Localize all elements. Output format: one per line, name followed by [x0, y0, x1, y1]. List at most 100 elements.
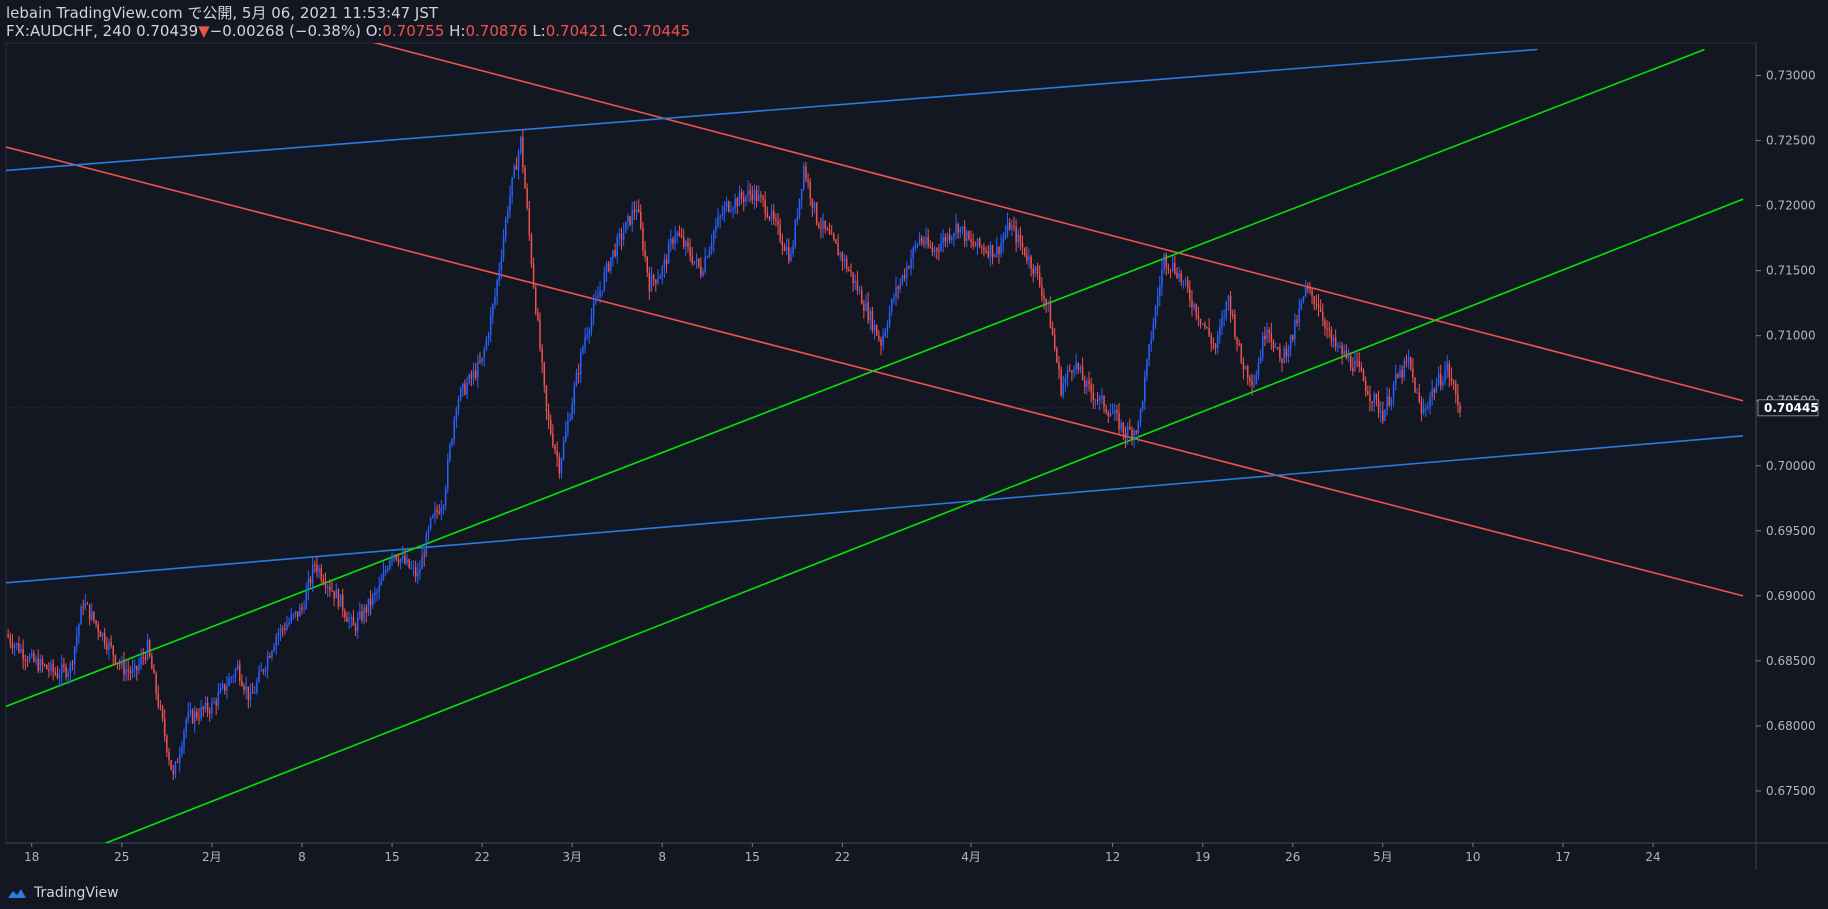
candle-body-396 [856, 280, 859, 291]
candle-body-645 [1390, 398, 1393, 406]
candle-body-573 [1236, 336, 1238, 344]
candle-body-588 [1268, 329, 1270, 333]
candle-body-185 [404, 555, 406, 564]
price-chart[interactable]: 0.67500 0.68000 0.68500 0.69000 0.69500 0.700… [0, 0, 1828, 909]
candle-body-127 [279, 627, 282, 634]
candle-body-28 [67, 672, 69, 677]
candle-body-226 [492, 304, 494, 316]
candle-body-163 [356, 617, 359, 631]
candle-body-173 [378, 585, 380, 592]
candle-body-268 [582, 347, 584, 353]
candle-body-356 [770, 211, 773, 219]
candle-body-391 [845, 258, 848, 270]
candle-body-74 [166, 735, 168, 752]
candle-body-614 [1324, 320, 1326, 329]
candle-body-652 [1405, 360, 1408, 362]
candle-body-561 [1210, 335, 1213, 344]
time-tick-label: 19 [1195, 850, 1210, 864]
candle-body-20 [50, 663, 52, 671]
candle-body-666 [1435, 384, 1438, 393]
candle-body-387 [837, 243, 839, 256]
candle-body-47 [108, 641, 110, 650]
candle-body-91 [202, 707, 205, 710]
candle-body-245 [532, 263, 535, 288]
candle-body-30 [71, 663, 74, 665]
candle-body-589 [1270, 332, 1273, 342]
candle-body-182 [397, 559, 400, 564]
candle-body-16 [41, 659, 44, 665]
candle-body-348 [753, 190, 756, 201]
candle-body-485 [1047, 302, 1050, 304]
time-tick-label: 4月 [961, 850, 981, 864]
candle-body-546 [1178, 273, 1180, 278]
candle-body-371 [803, 166, 805, 189]
candle-body-195 [425, 534, 428, 557]
candle-body-443 [957, 223, 959, 233]
candle-body-350 [758, 194, 760, 201]
candle-body-437 [944, 237, 947, 242]
candle-body-1 [9, 637, 12, 644]
candle-body-598 [1289, 334, 1292, 349]
candle-body-314 [680, 235, 683, 238]
candle-body-492 [1062, 383, 1065, 396]
candle-body-482 [1041, 285, 1043, 297]
candle-body-251 [545, 385, 548, 412]
candle-body-545 [1176, 273, 1178, 278]
candle-body-644 [1388, 396, 1391, 406]
candle-body-346 [749, 190, 751, 194]
candle-body-223 [485, 338, 488, 350]
candle-body-61 [138, 664, 140, 671]
candle-body-263 [571, 404, 573, 419]
candle-body-210 [457, 399, 460, 409]
candle-body-295 [640, 212, 642, 228]
candle-body-557 [1201, 323, 1204, 325]
candle-body-595 [1283, 348, 1285, 363]
candle-body-141 [309, 578, 312, 583]
tradingview-watermark[interactable]: TradingView [6, 885, 119, 901]
candle-body-611 [1317, 304, 1320, 308]
candle-body-14 [37, 658, 39, 671]
candle-body-366 [792, 246, 794, 254]
candle-body-428 [925, 236, 927, 245]
time-tick-label: 5月 [1373, 850, 1393, 864]
candle-body-453 [978, 238, 981, 247]
candle-body-79 [176, 761, 179, 763]
candle-body-285 [618, 233, 621, 238]
candle-body-2 [11, 643, 14, 648]
candle-body-601 [1296, 320, 1298, 323]
candle-body-632 [1362, 370, 1365, 382]
candle-body-394 [852, 272, 854, 284]
candle-body-25 [61, 664, 63, 677]
candle-body-540 [1165, 254, 1167, 267]
candle-body-225 [489, 315, 492, 335]
candle-body-18 [45, 665, 48, 670]
candle-body-430 [929, 245, 932, 248]
candle-body-241 [524, 167, 526, 189]
candle-body-243 [528, 207, 531, 236]
candle-body-211 [459, 388, 462, 400]
candle-body-671 [1446, 363, 1448, 372]
candle-body-481 [1038, 273, 1041, 286]
candle-body-19 [48, 669, 50, 671]
candle-body-333 [721, 214, 724, 217]
candle-body-542 [1169, 269, 1172, 271]
candle-body-44 [101, 632, 104, 637]
candle-body-675 [1455, 383, 1457, 394]
candle-body-157 [344, 610, 346, 617]
candle-body-478 [1032, 268, 1035, 274]
candle-body-468 [1011, 225, 1013, 230]
candle-body-550 [1186, 280, 1189, 289]
candle-body-282 [612, 250, 614, 258]
candle-body-307 [665, 259, 668, 264]
time-tick-label: 15 [745, 850, 760, 864]
candle-body-261 [567, 420, 569, 432]
candle-body-175 [382, 571, 385, 580]
candle-body-565 [1219, 327, 1221, 336]
candle-body-425 [918, 237, 921, 245]
candle-body-442 [955, 223, 957, 234]
candle-body-519 [1120, 422, 1122, 430]
candle-body-130 [286, 624, 288, 631]
candle-body-342 [740, 192, 743, 199]
candle-body-154 [337, 590, 340, 607]
candle-body-328 [710, 243, 713, 250]
